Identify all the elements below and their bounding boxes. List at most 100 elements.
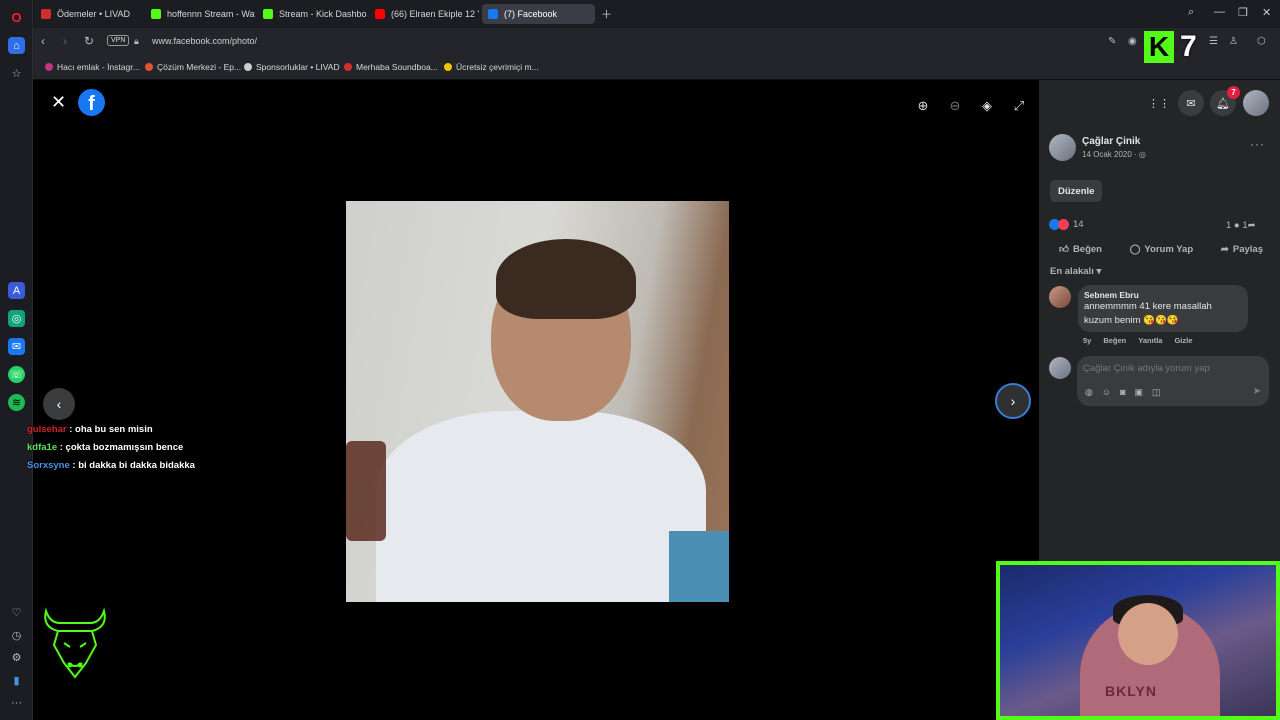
kick-logo-icon: K bbox=[1144, 31, 1174, 63]
comment-composer[interactable]: ◍ ☺ ◙ ▣ ◫ ➤ bbox=[1077, 356, 1269, 406]
lock-icon[interactable]: 🔒︎ bbox=[134, 36, 139, 47]
bookmark-cozum-merkezi[interactable]: Çözüm Merkezi - Ep... bbox=[145, 62, 241, 72]
close-window-icon[interactable]: ✕ bbox=[1262, 6, 1271, 19]
bookmark-sponsorluklar[interactable]: Sponsorluklar • LIVAD bbox=[244, 62, 340, 72]
bookmark-favicon-icon bbox=[145, 63, 153, 71]
fullscreen-icon[interactable]: ⤢ bbox=[1009, 96, 1029, 116]
chat-text: : çokta bozmamışsın bence bbox=[57, 442, 184, 453]
emoji-icon[interactable]: ☺ bbox=[1102, 387, 1111, 398]
chat-username: gulsehar bbox=[27, 424, 67, 435]
gif-icon[interactable]: ▣ bbox=[1135, 387, 1144, 398]
spotify-icon[interactable]: ≋ bbox=[8, 394, 25, 411]
menu-icon[interactable]: ☰ bbox=[1209, 36, 1218, 47]
youtube-favicon-icon bbox=[375, 9, 385, 19]
photo-viewer: ✕ f ⊕ ⊖ ◈ ⤢ ‹ › bbox=[33, 80, 1039, 720]
more-options-icon[interactable]: ··· bbox=[1250, 137, 1265, 151]
chat-message: Sorxsyne : bi dakka bi dakka bidakka bbox=[27, 457, 195, 475]
caret-down-icon: ▾ bbox=[1096, 266, 1102, 277]
star-icon[interactable]: ☆ bbox=[8, 65, 25, 82]
chat-message: kdfa1e : çokta bozmamışsın bence bbox=[27, 439, 195, 457]
bull-logo-icon bbox=[44, 607, 106, 679]
commenter-avatar[interactable] bbox=[1049, 286, 1071, 308]
camera-icon[interactable]: ◉ bbox=[1128, 36, 1137, 47]
comment-input[interactable] bbox=[1083, 363, 1253, 374]
history-icon[interactable]: ◷ bbox=[8, 627, 25, 644]
comment-like-button[interactable]: Beğen bbox=[1103, 336, 1126, 345]
tab-kick-dashboard[interactable]: Stream - Kick Dashboard bbox=[257, 4, 367, 24]
restore-icon[interactable]: ❐ bbox=[1238, 6, 1248, 19]
author-avatar[interactable] bbox=[1049, 134, 1076, 161]
heart-icon[interactable]: ♡ bbox=[8, 604, 25, 621]
previous-photo-button[interactable]: ‹ bbox=[43, 388, 75, 420]
tab-label: (7) Facebook bbox=[504, 9, 558, 19]
comment-age[interactable]: 5y bbox=[1083, 336, 1091, 345]
aria-icon[interactable]: A bbox=[8, 282, 25, 299]
thumbs-up-icon: 👍︎ bbox=[1059, 244, 1069, 255]
soundboard-icon bbox=[344, 63, 352, 71]
reaction-summary[interactable]: 14 bbox=[1049, 219, 1084, 230]
zoom-out-icon[interactable]: ⊖ bbox=[945, 96, 965, 116]
comment-button[interactable]: ◯ Yorum Yap bbox=[1130, 244, 1193, 255]
like-button[interactable]: 👍︎ Beğen bbox=[1059, 243, 1102, 256]
search-icon[interactable]: ⌕ bbox=[1188, 6, 1194, 19]
reload-icon[interactable]: ↻ bbox=[84, 34, 94, 48]
post-date[interactable]: 14 Ocak 2020 · ◎ bbox=[1082, 150, 1146, 159]
home-icon[interactable]: ⌂ bbox=[8, 37, 25, 54]
browser-sidebar: O ⌂ ☆ A ◎ ✉ ☏ ≋ ♡ ◷ ⚙ ▮ ··· bbox=[0, 0, 33, 720]
messenger-icon[interactable]: ✉ bbox=[8, 338, 25, 355]
url-field[interactable]: www.facebook.com/photo/ bbox=[152, 36, 257, 46]
next-photo-button[interactable]: › bbox=[995, 383, 1031, 419]
menu-grid-icon[interactable]: ⋮⋮ bbox=[1146, 90, 1172, 116]
send-icon[interactable]: ➤ bbox=[1253, 386, 1261, 397]
facebook-favicon-icon bbox=[488, 9, 498, 19]
whatsapp-icon[interactable]: ☏ bbox=[8, 366, 25, 383]
post-author[interactable]: Çağlar Çinik bbox=[1082, 136, 1140, 147]
shirt-print: BKLYN bbox=[1105, 683, 1157, 699]
tab-odemeler[interactable]: Ödemeler • LIVAD bbox=[35, 4, 143, 24]
close-icon[interactable]: ✕ bbox=[51, 92, 66, 113]
bookmark-haci-emlak[interactable]: Hacı emlak - İnstagr... bbox=[45, 62, 140, 72]
bookmark-soundboard[interactable]: Merhaba Soundboa... bbox=[344, 62, 438, 72]
minimize-icon[interactable]: — bbox=[1214, 6, 1225, 18]
bookmark-label: Sponsorluklar • LIVAD bbox=[256, 62, 340, 72]
comment-reply-button[interactable]: Yanıtla bbox=[1138, 336, 1162, 345]
avatar-sticker-icon[interactable]: ◍ bbox=[1085, 387, 1093, 398]
facebook-logo-icon[interactable]: f bbox=[78, 89, 105, 116]
extensions-icon[interactable]: ⬡ bbox=[1257, 36, 1266, 47]
comment-author[interactable]: Sebnem Ebru bbox=[1084, 290, 1242, 300]
vpn-badge[interactable]: VPN bbox=[107, 35, 130, 46]
comment-hide-button[interactable]: Gizle bbox=[1174, 336, 1192, 345]
settings-icon[interactable]: ⚙ bbox=[8, 649, 25, 666]
forward-icon[interactable]: › bbox=[63, 34, 67, 48]
chatgpt-icon[interactable]: ◎ bbox=[8, 310, 25, 327]
comment-share-counts[interactable]: 1 ● 1➦ bbox=[1226, 220, 1256, 231]
tab-hoffennn[interactable]: hoffennn Stream - Watch bbox=[145, 4, 255, 24]
snapshot-icon[interactable]: ✎ bbox=[1108, 36, 1116, 47]
new-tab-icon[interactable]: ＋ bbox=[601, 6, 612, 22]
more-icon[interactable]: ··· bbox=[8, 694, 25, 711]
sticker-icon[interactable]: ◫ bbox=[1152, 387, 1161, 398]
globe-icon: ◎ bbox=[1138, 150, 1146, 159]
bookmark-ucretsiz[interactable]: Ücretsiz çevrimiçi m... bbox=[444, 62, 539, 72]
profile-icon[interactable]: ♙ bbox=[1229, 36, 1238, 47]
zoom-in-icon[interactable]: ⊕ bbox=[913, 96, 933, 116]
share-button[interactable]: ➦ Paylaş bbox=[1221, 244, 1263, 255]
tab-facebook[interactable]: (7) Facebook bbox=[482, 4, 595, 24]
comment-sort-dropdown[interactable]: En alakalı ▾ bbox=[1050, 266, 1101, 277]
camera-icon[interactable]: ◙ bbox=[1120, 387, 1125, 398]
bookmark-favicon-icon bbox=[444, 63, 452, 71]
back-icon[interactable]: ‹ bbox=[41, 34, 45, 48]
tab-youtube[interactable]: (66) Elraen Ekiple 12 Yıl Ö bbox=[369, 4, 479, 24]
account-avatar[interactable] bbox=[1243, 90, 1269, 116]
chevron-right-icon: › bbox=[1010, 393, 1016, 409]
edit-button[interactable]: Düzenle bbox=[1050, 180, 1103, 202]
extension-icon[interactable]: ▮ bbox=[8, 672, 25, 689]
notification-badge: 7 bbox=[1227, 86, 1240, 99]
messenger-icon[interactable]: ✉ bbox=[1178, 90, 1204, 116]
stream-chat-overlay: gulsehar : oha bu sen misin kdfa1e : çok… bbox=[27, 421, 195, 475]
comment-meta: 5y Beğen Yanıtla Gizle bbox=[1083, 336, 1192, 345]
tag-icon[interactable]: ◈ bbox=[977, 96, 997, 116]
current-user-avatar bbox=[1049, 357, 1071, 379]
opera-logo-icon[interactable]: O bbox=[8, 9, 25, 26]
comment: Sebnem Ebru annemmmm 41 kere masallah ku… bbox=[1078, 285, 1248, 332]
